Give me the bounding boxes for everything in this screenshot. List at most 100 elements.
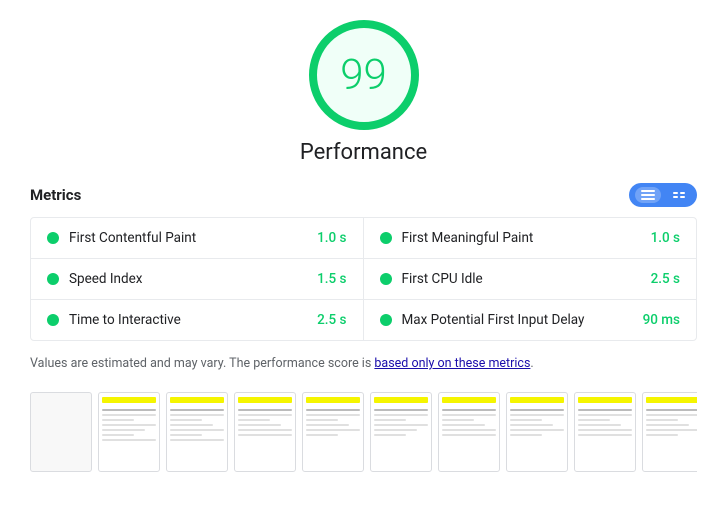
- frame-content: [374, 409, 428, 437]
- frame-line: [238, 429, 292, 431]
- frame-line: [238, 414, 292, 416]
- frame-line: [442, 424, 485, 426]
- frame-line: [510, 414, 564, 416]
- list-view-button[interactable]: [635, 187, 661, 203]
- metric-name: Max Potential First Input Delay: [402, 312, 635, 328]
- frame-content: [102, 409, 156, 442]
- frame-line: [510, 429, 564, 431]
- metric-name: First CPU Idle: [402, 271, 643, 287]
- frame-line: [510, 434, 542, 436]
- frame-line: [578, 424, 621, 426]
- frame-line: [578, 434, 632, 436]
- frame-line: [442, 409, 496, 411]
- metric-value: 1.0 s: [317, 230, 346, 246]
- frame-line: [306, 414, 360, 416]
- filmstrip-frame: [302, 392, 364, 472]
- frame-line: [442, 429, 496, 431]
- metric-dot: [380, 232, 392, 244]
- frame-header-bar: [170, 397, 224, 403]
- frame-line: [238, 434, 292, 436]
- frame-inner: [575, 393, 635, 471]
- frame-line: [170, 439, 224, 441]
- frame-line: [442, 434, 496, 436]
- frame-header-bar: [646, 397, 697, 403]
- frame-content: [306, 409, 360, 437]
- frame-content: [238, 409, 292, 437]
- frame-line: [102, 409, 156, 411]
- frame-inner: [439, 393, 499, 471]
- frame-line: [238, 409, 292, 411]
- metric-value: 2.5 s: [317, 312, 346, 328]
- frame-line: [646, 409, 697, 411]
- frame-line: [646, 419, 678, 421]
- frame-inner: [99, 393, 159, 471]
- metric-dot: [47, 232, 59, 244]
- frame-line: [578, 419, 610, 421]
- score-section: 99 Performance: [30, 20, 697, 165]
- frame-inner: [235, 393, 295, 471]
- frame-line: [578, 409, 632, 411]
- frame-line: [306, 409, 360, 411]
- filmstrip-frame: [30, 392, 92, 472]
- filmstrip-frame: [506, 392, 568, 472]
- frame-line: [646, 424, 689, 426]
- filmstrip: [30, 388, 697, 476]
- frame-line: [578, 414, 632, 416]
- metric-name: First Meaningful Paint: [402, 230, 643, 246]
- frame-line: [102, 419, 134, 421]
- frame-line: [510, 419, 542, 421]
- frame-content: [170, 409, 224, 442]
- frame-content: [578, 409, 632, 437]
- note-text-after: .: [530, 356, 533, 371]
- grid-icon: [673, 192, 685, 198]
- metric-dot: [380, 273, 392, 285]
- frame-line: [374, 409, 428, 411]
- frame-line: [102, 434, 134, 436]
- frame-inner: [371, 393, 431, 471]
- frame-header-bar: [510, 397, 564, 403]
- metric-time-to-interactive: Time to Interactive 2.5 s: [31, 300, 364, 340]
- frame-line: [102, 424, 156, 426]
- frame-line: [374, 414, 428, 416]
- frame-line: [306, 429, 360, 431]
- frame-line: [170, 424, 213, 426]
- score-value: 99: [340, 51, 387, 100]
- filmstrip-frame: [98, 392, 160, 472]
- frame-header-bar: [374, 397, 428, 403]
- frame-header-bar: [102, 397, 156, 403]
- metric-max-potential-fid: Max Potential First Input Delay 90 ms: [364, 300, 697, 340]
- metric-value: 2.5 s: [651, 271, 680, 287]
- frame-line: [170, 429, 224, 431]
- frame-line: [578, 429, 632, 431]
- frame-line: [442, 414, 496, 416]
- frame-content: [442, 409, 496, 437]
- frame-line: [170, 434, 202, 436]
- frame-line: [646, 434, 678, 436]
- frame-header-bar: [306, 397, 360, 403]
- filmstrip-frame: [166, 392, 228, 472]
- frame-line: [102, 429, 145, 431]
- frame-line: [170, 409, 224, 411]
- frame-line: [170, 419, 202, 421]
- metric-value: 90 ms: [643, 312, 680, 328]
- frame-content: [646, 409, 697, 437]
- frame-line: [102, 439, 156, 441]
- filmstrip-frame: [370, 392, 432, 472]
- frame-line: [442, 419, 474, 421]
- metrics-link[interactable]: based only on these metrics: [374, 356, 530, 371]
- frame-line: [170, 414, 224, 416]
- frame-line: [510, 409, 564, 411]
- metric-dot: [380, 314, 392, 326]
- metric-first-cpu-idle: First CPU Idle 2.5 s: [364, 259, 697, 300]
- view-toggle: [629, 183, 697, 207]
- frame-line: [510, 424, 553, 426]
- frame-line: [646, 414, 697, 416]
- grid-view-button[interactable]: [667, 187, 691, 203]
- metric-name: First Contentful Paint: [69, 230, 309, 246]
- filmstrip-frame: [234, 392, 296, 472]
- frame-line: [306, 424, 349, 426]
- score-label: Performance: [300, 140, 427, 165]
- frame-header-bar: [442, 397, 496, 403]
- frame-inner: [31, 393, 91, 471]
- metric-dot: [47, 273, 59, 285]
